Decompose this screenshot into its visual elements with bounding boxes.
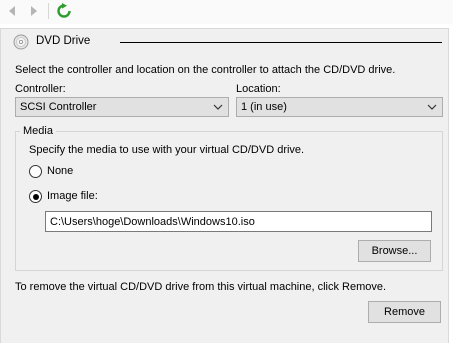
- toolbar: [0, 0, 453, 24]
- media-group-label: Media: [20, 125, 56, 137]
- image-path-input[interactable]: C:\Users\hoge\Downloads\Windows10.iso: [45, 211, 432, 232]
- media-description: Specify the media to use with your virtu…: [29, 144, 305, 156]
- section-title-rule: [120, 42, 442, 43]
- image-path-value: C:\Users\hoge\Downloads\Windows10.iso: [50, 215, 255, 228]
- dvd-disc-icon: [13, 34, 29, 50]
- image-file-radio[interactable]: [29, 190, 42, 203]
- browse-button-label: Browse...: [371, 245, 418, 257]
- panel-edge: [449, 28, 453, 343]
- refresh-button[interactable]: [55, 2, 73, 20]
- remove-button-label: Remove: [384, 306, 425, 318]
- arrow-right-icon: [31, 6, 37, 16]
- controller-dropdown[interactable]: SCSI Controller: [15, 97, 229, 117]
- arrow-left-icon: [9, 6, 15, 16]
- location-dropdown[interactable]: 1 (in use): [236, 97, 443, 117]
- radio-selected-dot: [32, 193, 39, 200]
- none-radio[interactable]: [29, 165, 42, 178]
- toolbar-separator: [48, 3, 49, 19]
- forward-button[interactable]: [27, 2, 41, 20]
- location-value: 1 (in use): [241, 101, 287, 113]
- controller-value: SCSI Controller: [20, 101, 97, 113]
- chevron-down-icon: [213, 104, 223, 110]
- image-file-radio-label[interactable]: Image file:: [47, 190, 98, 202]
- location-label: Location:: [236, 83, 281, 95]
- section-title: DVD Drive: [36, 35, 91, 47]
- none-radio-label[interactable]: None: [47, 165, 73, 177]
- remove-instructions: To remove the virtual CD/DVD drive from …: [15, 281, 387, 293]
- back-button[interactable]: [5, 2, 19, 20]
- refresh-icon: [57, 3, 71, 18]
- browse-button[interactable]: Browse...: [358, 240, 431, 262]
- chevron-down-icon: [427, 104, 437, 110]
- instructions-text: Select the controller and location on th…: [15, 64, 396, 76]
- controller-label: Controller:: [15, 83, 66, 95]
- remove-button[interactable]: Remove: [368, 301, 441, 323]
